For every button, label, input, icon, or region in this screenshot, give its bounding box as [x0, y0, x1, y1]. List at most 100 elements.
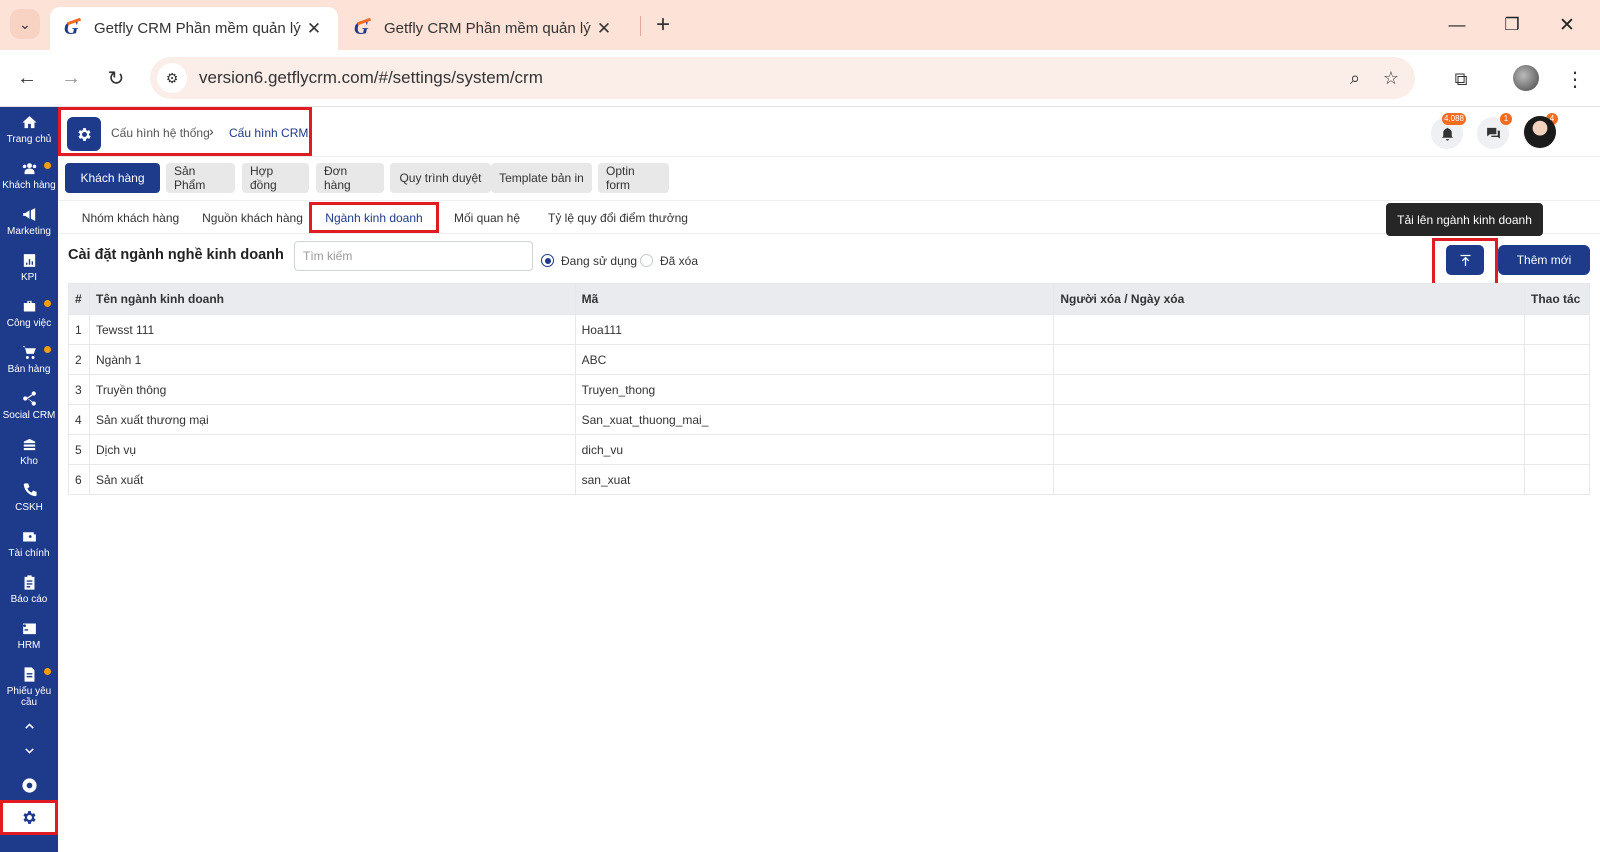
sidebar-item-sales[interactable]: Bán hàng [0, 344, 58, 390]
cell-code: Hoa111 [574, 314, 1055, 345]
briefcase-icon [23, 300, 35, 312]
col-sector-name[interactable]: Tên ngành kinh doanh [88, 283, 576, 315]
menu-icon[interactable]: ⋮ [1559, 63, 1591, 95]
cell-index: 2 [68, 344, 90, 375]
cell-actions[interactable] [1523, 464, 1591, 495]
breadcrumb-crm-settings: Cấu hình CRM [229, 126, 309, 140]
cell-actions[interactable] [1523, 404, 1591, 435]
sidebar-item-kpi[interactable]: KPI [0, 252, 58, 298]
col-code[interactable]: Mã [574, 283, 1055, 315]
url-text[interactable]: version6.getflycrm.com/#/settings/system… [199, 68, 1337, 88]
tab-search-icon[interactable]: ⌄ [10, 9, 40, 39]
search-input[interactable] [294, 241, 533, 271]
window-close-icon[interactable]: ✕ [1547, 10, 1587, 40]
clipboard-icon [24, 575, 34, 590]
minimize-icon[interactable]: — [1437, 10, 1477, 40]
bookmark-star-icon[interactable]: ☆ [1373, 60, 1409, 96]
back-icon[interactable]: ← [11, 62, 43, 94]
notifications-button[interactable]: 4,088 [1431, 113, 1466, 149]
cell-code: Truyen_thong [574, 374, 1055, 405]
upload-button[interactable] [1446, 245, 1484, 275]
forward-icon[interactable]: → [55, 62, 87, 94]
cell-actions[interactable] [1523, 374, 1591, 405]
cell-actions[interactable] [1523, 314, 1591, 345]
business-sectors-table: # Tên ngành kinh doanh Mã Người xóa / Ng… [68, 283, 1591, 495]
cell-deleted-by-date [1053, 314, 1525, 345]
cell-actions[interactable] [1523, 344, 1591, 375]
tab-products[interactable]: Sản Phẩm [166, 163, 235, 193]
upload-icon [1460, 254, 1470, 266]
cell-deleted-by-date [1053, 344, 1525, 375]
cell-deleted-by-date [1053, 464, 1525, 495]
table-row[interactable]: 6 Sản xuất san_xuat [68, 464, 1591, 495]
subtab-reward-points-rate[interactable]: Tỷ lệ quy đổi điểm thưởng [538, 201, 698, 234]
settings-button[interactable] [67, 117, 101, 151]
notification-dot [44, 346, 51, 353]
cell-code: dich_vu [574, 434, 1055, 465]
extensions-icon[interactable]: ⧉ [1445, 63, 1477, 95]
sidebar-item-warehouse[interactable]: Kho [0, 436, 58, 482]
sidebar-item-customers[interactable]: Khách hàng [0, 160, 58, 206]
support-button[interactable] [0, 772, 58, 798]
subtab-relationships[interactable]: Mối quan hệ [443, 201, 531, 234]
radio-deleted[interactable] [640, 254, 653, 267]
gear-icon [77, 127, 91, 141]
user-avatar[interactable] [1524, 116, 1556, 148]
reload-icon[interactable]: ↻ [100, 62, 132, 94]
tab-customers[interactable]: Khách hàng [65, 163, 160, 193]
tab-approval-process[interactable]: Quy trình duyệt [390, 163, 491, 193]
close-icon[interactable]: ✕ [594, 19, 614, 39]
chat-button[interactable]: 1 [1477, 113, 1512, 149]
sidebar-item-home[interactable]: Trang chủ [0, 114, 58, 160]
cell-deleted-by-date [1053, 404, 1525, 435]
cell-index: 5 [68, 434, 90, 465]
cell-index: 3 [68, 374, 90, 405]
subtab-business-sectors[interactable]: Ngành kinh doanh [309, 202, 439, 233]
add-new-button[interactable]: Thêm mới [1498, 245, 1590, 275]
cell-actions[interactable] [1523, 434, 1591, 465]
subtab-customer-sources[interactable]: Nguồn khách hàng [195, 201, 310, 234]
cart-icon [21, 346, 36, 359]
tab-print-template[interactable]: Template bản in [491, 163, 592, 193]
browser-tab[interactable]: G Getfly CRM Phần mềm quản lý ✕ [340, 7, 628, 50]
browser-tab-active[interactable]: G Getfly CRM Phần mềm quản lý ✕ [50, 7, 338, 50]
sidebar-item-hrm[interactable]: HRM [0, 620, 58, 666]
sidebar-item-social-crm[interactable]: Social CRM [0, 390, 58, 436]
breadcrumb-system-settings[interactable]: Cấu hình hệ thống [111, 126, 210, 140]
chat-icon [1486, 127, 1500, 138]
breadcrumb: Cấu hình hệ thống › Cấu hình CRM [58, 107, 312, 156]
sidebar-item-reports[interactable]: Báo cáo [0, 574, 58, 620]
wallet-icon [22, 532, 36, 542]
tab-contracts[interactable]: Hợp đồng [242, 163, 309, 193]
table-row[interactable]: 4 Sản xuất thương mại San_xuat_thuong_mai_ [68, 404, 1591, 435]
radio-deleted-label: Đã xóa [660, 254, 699, 268]
table-row[interactable]: 5 Dịch vụ dich_vu [68, 434, 1591, 465]
restore-icon[interactable]: ❐ [1492, 10, 1532, 40]
warehouse-icon [23, 438, 35, 451]
document-icon [24, 667, 34, 682]
tab-orders[interactable]: Đơn hàng [316, 163, 384, 193]
cell-deleted-by-date [1053, 374, 1525, 405]
address-bar[interactable]: ⚙ version6.getflycrm.com/#/settings/syst… [150, 57, 1415, 99]
table-row[interactable]: 1 Tewsst 111 Hoa111 [68, 314, 1591, 345]
table-row[interactable]: 3 Truyền thông Truyen_thong [68, 374, 1591, 405]
sidebar-item-finance[interactable]: Tài chính [0, 528, 58, 574]
subtab-customer-groups[interactable]: Nhóm khách hàng [73, 201, 188, 234]
radio-active[interactable] [541, 254, 554, 267]
cell-sector-name: Truyền thông [88, 374, 576, 405]
table-row[interactable]: 2 Ngành 1 ABC [68, 344, 1591, 375]
sidebar-item-customer-care[interactable]: CSKH [0, 482, 58, 528]
tab-optin-form[interactable]: Optin form [598, 163, 669, 193]
profile-avatar[interactable] [1513, 65, 1539, 91]
site-settings-icon[interactable]: ⚙ [157, 63, 187, 93]
scroll-up-button[interactable] [0, 712, 58, 738]
zoom-icon[interactable]: ⌕ [1337, 60, 1373, 96]
cell-code: ABC [574, 344, 1055, 375]
sub-tabs: Nhóm khách hàng Nguồn khách hàng Ngành k… [58, 200, 1600, 234]
sidebar-settings-button[interactable] [0, 800, 58, 835]
sidebar-item-tasks[interactable]: Công việc [0, 298, 58, 344]
sidebar-item-marketing[interactable]: Marketing [0, 206, 58, 252]
new-tab-icon[interactable]: + [648, 10, 678, 40]
close-icon[interactable]: ✕ [304, 19, 324, 39]
scroll-down-button[interactable] [0, 738, 58, 764]
